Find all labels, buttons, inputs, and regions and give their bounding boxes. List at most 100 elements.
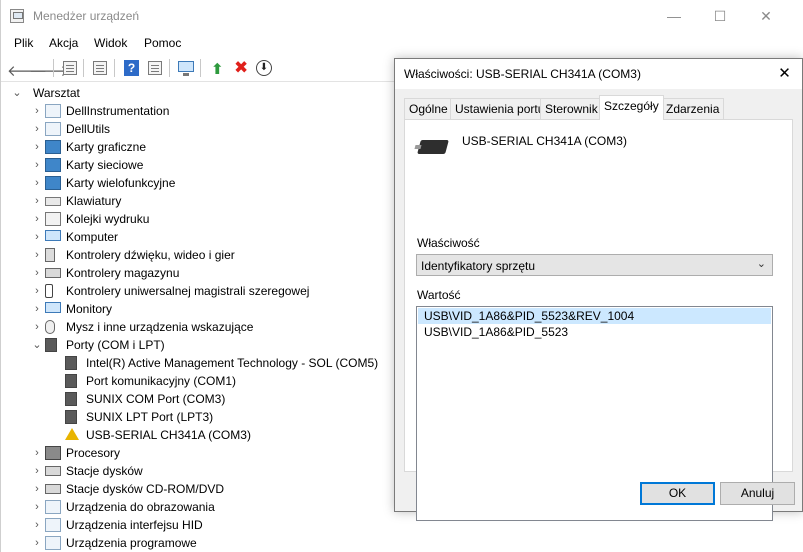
expand-chevron-right-icon[interactable]: › — [31, 138, 43, 156]
properties-button[interactable] — [90, 58, 110, 78]
download-icon: ⬇ — [256, 60, 272, 76]
expand-chevron-right-icon[interactable]: › — [31, 174, 43, 192]
action-pane-button[interactable] — [145, 58, 165, 78]
tree-item-label: Monitory — [66, 302, 113, 316]
update-driver-icon: ⬆ — [211, 61, 224, 78]
property-select[interactable]: Identyfikatory sprzętu ⌄ — [416, 254, 773, 276]
tree-child-item[interactable]: SUNIX LPT Port (LPT3) — [1, 408, 401, 426]
expand-chevron-down-icon[interactable]: ⌄ — [11, 84, 23, 102]
expand-chevron-right-icon[interactable]: › — [31, 210, 43, 228]
tree-item[interactable]: › Stacje dysków CD-ROM/DVD — [1, 480, 401, 498]
tree-item-label: Komputer — [66, 230, 119, 244]
device-tree: ⌄ Warsztat › DellInstrumentation › DellUtils ›… — [1, 84, 401, 552]
expand-chevron-right-icon[interactable]: › — [31, 498, 43, 516]
tree-item[interactable]: › Karty wielofunkcyjne — [1, 174, 401, 192]
tree-item[interactable]: › Klawiatury — [1, 192, 401, 210]
expand-chevron-right-icon[interactable]: › — [31, 156, 43, 174]
port-icon — [65, 410, 77, 424]
tree-item-label: Karty graficzne — [66, 140, 147, 154]
forward-button[interactable]: 🡒 — [29, 58, 69, 80]
value-list-item[interactable]: USB\VID_1A86&PID_5523 — [418, 324, 771, 340]
cancel-button[interactable]: Anuluj — [720, 482, 795, 505]
show-hide-console-tree-button[interactable] — [60, 58, 80, 78]
dialog-close-button[interactable]: ✕ — [767, 59, 802, 89]
expand-chevron-down-icon[interactable]: ⌄ — [31, 336, 43, 354]
tab-port-settings[interactable]: Ustawienia portu — [450, 98, 550, 119]
tree-item-label: Stacje dysków CD-ROM/DVD — [66, 482, 225, 496]
processor-icon — [45, 446, 61, 460]
warning-icon — [65, 428, 79, 440]
tree-item[interactable]: › Stacje dysków — [1, 462, 401, 480]
tree-item[interactable]: › Mysz i inne urządzenia wskazujące — [1, 318, 401, 336]
tree-child-item[interactable]: Intel(R) Active Management Technology - … — [1, 354, 401, 372]
expand-chevron-right-icon[interactable]: › — [31, 102, 43, 120]
help-button[interactable]: ? — [121, 58, 141, 78]
expand-chevron-right-icon[interactable]: › — [31, 318, 43, 336]
update-driver-button[interactable]: ⬆ — [207, 58, 227, 78]
tree-item[interactable]: › Kontrolery magazynu — [1, 264, 401, 282]
device-category-icon — [45, 536, 61, 550]
tree-item[interactable]: › Urządzenia programowe — [1, 534, 401, 552]
value-list-item[interactable]: USB\VID_1A86&PID_5523&REV_1004 — [418, 308, 771, 324]
dialog-titlebar: Właściwości: USB-SERIAL CH341A (COM3) ✕ — [395, 59, 802, 89]
menu-help[interactable]: Pomoc — [144, 36, 181, 50]
tree-item[interactable]: › Urządzenia do obrazowania — [1, 498, 401, 516]
expand-chevron-right-icon[interactable]: › — [31, 120, 43, 138]
uninstall-device-button[interactable]: ✖ — [230, 58, 250, 78]
tree-item[interactable]: › Kontrolery uniwersalnej magistrali szer… — [1, 282, 401, 300]
tab-driver[interactable]: Sterownik — [540, 98, 603, 119]
expand-chevron-right-icon[interactable]: › — [31, 462, 43, 480]
tree-child-item[interactable]: Port komunikacyjny (COM1) — [1, 372, 401, 390]
tree-child-item[interactable]: SUNIX COM Port (COM3) — [1, 390, 401, 408]
scan-hardware-button[interactable] — [176, 58, 196, 78]
expand-chevron-right-icon[interactable]: › — [31, 192, 43, 210]
tree-item[interactable]: › Monitory — [1, 300, 401, 318]
tree-item-label: SUNIX COM Port (COM3) — [86, 392, 226, 406]
tree-item[interactable]: › Komputer — [1, 228, 401, 246]
close-button[interactable]: ✕ — [743, 0, 789, 32]
tab-general[interactable]: Ogólne — [404, 98, 453, 119]
ok-button[interactable]: OK — [640, 482, 715, 505]
expand-chevron-right-icon[interactable]: › — [31, 228, 43, 246]
expand-chevron-right-icon[interactable]: › — [31, 444, 43, 462]
scan-monitor-icon — [178, 61, 194, 76]
printer-icon — [45, 212, 61, 226]
disable-device-button[interactable]: ⬇ — [254, 58, 274, 78]
tree-item-label: Karty wielofunkcyjne — [66, 176, 176, 190]
expand-chevron-right-icon[interactable]: › — [31, 300, 43, 318]
tree-item[interactable]: › Procesory — [1, 444, 401, 462]
tab-details[interactable]: Szczegóły — [599, 95, 664, 120]
tree-item-label: Warsztat — [33, 86, 80, 100]
value-label: Wartość — [417, 288, 461, 302]
minimize-button[interactable]: — — [651, 0, 697, 32]
tree-item-label: SUNIX LPT Port (LPT3) — [86, 410, 214, 424]
tree-item[interactable]: › DellInstrumentation — [1, 102, 401, 120]
tree-item[interactable]: › Karty graficzne — [1, 138, 401, 156]
expand-chevron-right-icon[interactable]: › — [31, 534, 43, 552]
tree-item[interactable]: › Karty sieciowe — [1, 156, 401, 174]
menu-file[interactable]: Plik — [14, 36, 33, 50]
tree-child-item[interactable]: USB-SERIAL CH341A (COM3) — [1, 426, 401, 444]
device-sheet-icon — [93, 61, 107, 75]
tree-item[interactable]: › Kolejki wydruku — [1, 210, 401, 228]
tree-item[interactable]: ⌄ Porty (COM i LPT) — [1, 336, 401, 354]
tab-events[interactable]: Zdarzenia — [661, 98, 725, 119]
menu-action[interactable]: Akcja — [49, 36, 78, 50]
toolbar-separator — [200, 59, 201, 77]
tree-item-label: Procesory — [66, 446, 121, 460]
back-button[interactable]: 🡐 — [7, 58, 47, 80]
tree-item[interactable]: › Kontrolery dźwięku, wideo i gier — [1, 246, 401, 264]
tree-item[interactable]: › DellUtils — [1, 120, 401, 138]
tree-root-computer[interactable]: ⌄ Warsztat — [1, 84, 401, 102]
expand-chevron-right-icon[interactable]: › — [31, 264, 43, 282]
expand-chevron-right-icon[interactable]: › — [31, 246, 43, 264]
menu-view[interactable]: Widok — [94, 36, 127, 50]
tree-item[interactable]: › Urządzenia interfejsu HID — [1, 516, 401, 534]
expand-chevron-right-icon[interactable]: › — [31, 516, 43, 534]
port-icon — [45, 338, 57, 352]
tree-item-label: Porty (COM i LPT) — [66, 338, 165, 352]
expand-chevron-right-icon[interactable]: › — [31, 282, 43, 300]
maximize-button[interactable]: ☐ — [697, 0, 743, 32]
tree-item-label: Kontrolery uniwersalnej magistrali szere… — [66, 284, 310, 298]
expand-chevron-right-icon[interactable]: › — [31, 480, 43, 498]
